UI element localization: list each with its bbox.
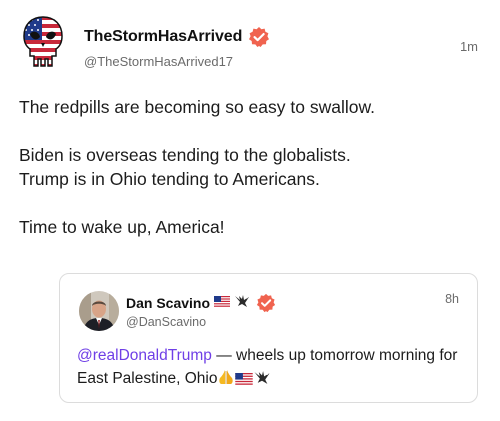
post-body-line: The redpills are becoming so easy to swa… bbox=[19, 97, 376, 117]
eagle-emoji bbox=[253, 369, 271, 392]
post-body: The redpills are becoming so easy to swa… bbox=[19, 95, 489, 239]
mention-link[interactable]: @realDonaldTrump bbox=[77, 347, 212, 364]
verified-badge-icon bbox=[248, 26, 270, 48]
punisher-flag-avatar bbox=[23, 16, 63, 67]
us-flag-emoji bbox=[235, 369, 254, 392]
quoted-author-handle[interactable]: @DanScavino bbox=[126, 315, 206, 329]
author-name[interactable]: TheStormHasArrived bbox=[84, 28, 242, 46]
post-body-line: Biden is overseas tending to the globali… bbox=[19, 145, 351, 165]
us-flag-emoji bbox=[214, 294, 231, 312]
quoted-name-row: Dan Scavino bbox=[126, 293, 276, 313]
post-body-line: Time to wake up, America! bbox=[19, 217, 225, 237]
quoted-post-card[interactable]: Dan Scavino @DanScavino 8h @realDonaldTr… bbox=[59, 273, 478, 403]
quoted-author-name[interactable]: Dan Scavino bbox=[126, 295, 210, 311]
eagle-emoji bbox=[234, 294, 250, 313]
verified-badge-icon bbox=[256, 293, 276, 313]
author-name-row: TheStormHasArrived bbox=[84, 26, 270, 48]
author-avatar[interactable] bbox=[22, 16, 64, 68]
post-body-line: Trump is in Ohio tending to Americans. bbox=[19, 169, 320, 189]
post-card: TheStormHasArrived @TheStormHasArrived17… bbox=[0, 0, 500, 421]
author-handle[interactable]: @TheStormHasArrived17 bbox=[84, 54, 233, 69]
post-timestamp[interactable]: 1m bbox=[460, 39, 478, 54]
quoted-author-avatar[interactable] bbox=[79, 291, 119, 331]
folded-hands-emoji bbox=[217, 369, 235, 392]
quoted-body: @realDonaldTrump — wheels up tomorrow mo… bbox=[77, 344, 472, 392]
quoted-timestamp[interactable]: 8h bbox=[445, 292, 459, 306]
